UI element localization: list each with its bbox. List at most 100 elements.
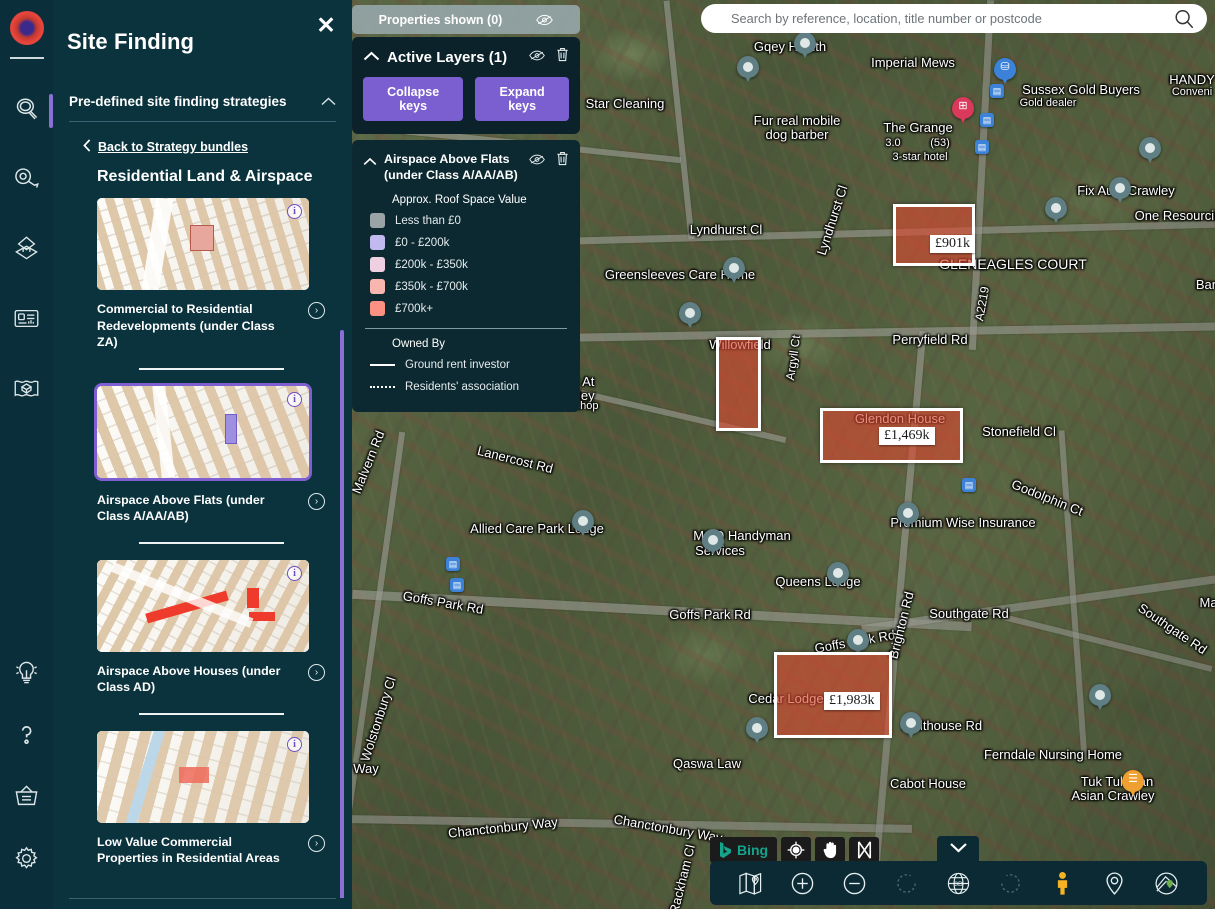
strategy-card[interactable]: iLow Value Commercial Properties in Resi… [97, 731, 325, 867]
strategy-card[interactable]: iAirspace Above Houses (under Class AD)› [97, 560, 325, 715]
app-logo[interactable] [10, 11, 44, 45]
rail-item-basket[interactable] [0, 773, 53, 825]
rail-item-measure[interactable] [0, 155, 53, 207]
strategy-open-arrow-button[interactable]: › [308, 835, 325, 852]
zoom-in-icon[interactable] [790, 871, 815, 896]
strategy-card-list[interactable]: iCommercial to Residential Redevelopment… [53, 198, 352, 898]
map-poi-pin[interactable] [1139, 137, 1161, 167]
map-poi-pin[interactable] [572, 510, 594, 540]
properties-shown-label: Properties shown (0) [379, 13, 503, 27]
pan-hand-icon[interactable] [815, 837, 845, 863]
rail-item-help[interactable] [0, 711, 53, 763]
search-input[interactable] [731, 11, 1173, 26]
search-bar[interactable] [701, 4, 1207, 33]
strategy-thumbnail[interactable]: i [97, 560, 309, 652]
map-attribution-controls: Bing [710, 837, 879, 863]
key-item-label: Less than £0 [395, 215, 461, 227]
map-poi-pin[interactable] [746, 717, 768, 747]
key-item: £700k+ [370, 299, 569, 318]
strategy-thumbnail[interactable]: i [97, 198, 309, 290]
rail-item-search[interactable] [0, 85, 53, 137]
map-poi-pin[interactable] [1045, 197, 1067, 227]
map-transit-poi[interactable]: ▤ [975, 140, 989, 154]
expand-keys-button[interactable]: Expand keys [475, 77, 569, 121]
panel-scrollbar-thumb[interactable] [340, 330, 344, 898]
select-area-icon[interactable] [849, 837, 879, 863]
eye-icon[interactable] [529, 48, 545, 66]
collapse-keys-button[interactable]: Collapse keys [363, 77, 463, 121]
map-poi-pin[interactable] [827, 562, 849, 592]
rail-item-plan[interactable] [0, 365, 53, 417]
chevron-down-icon [949, 840, 968, 858]
key-color-swatch [370, 213, 385, 228]
strategy-thumbnail[interactable]: i [94, 383, 312, 481]
left-icon-rail [0, 0, 53, 909]
back-link-label: Back to Strategy bundles [98, 140, 248, 154]
map-poi-pin[interactable] [737, 56, 759, 86]
map-transit-poi[interactable]: ▤ [446, 557, 460, 571]
map-toolbar: 3D [710, 861, 1207, 905]
collapse-toolbar-button[interactable] [937, 836, 979, 862]
trash-icon[interactable] [556, 47, 569, 67]
rail-item-settings[interactable] [0, 835, 53, 887]
strategy-card[interactable]: iCommercial to Residential Redevelopment… [97, 198, 325, 370]
key-item-label: £0 - £200k [395, 237, 449, 249]
back-to-strategy-bundles-link[interactable]: Back to Strategy bundles [83, 139, 352, 155]
bing-label: Bing [737, 842, 768, 858]
search-icon[interactable] [1173, 8, 1195, 30]
strategy-open-arrow-button[interactable]: › [308, 302, 325, 319]
info-icon[interactable]: i [287, 392, 302, 407]
rotate-right-icon[interactable] [998, 871, 1023, 896]
rail-item-site[interactable] [0, 225, 53, 277]
strategy-thumbnail[interactable]: i [97, 731, 309, 823]
rail-item-report[interactable] [0, 295, 53, 347]
info-icon[interactable]: i [287, 737, 302, 752]
strategy-open-arrow-button[interactable]: › [308, 493, 325, 510]
settings-gear-icon [13, 845, 40, 877]
logo-divider [10, 57, 44, 59]
property-parcel[interactable] [716, 337, 761, 431]
map-poi-pin[interactable] [1089, 684, 1111, 714]
map-poi-pin[interactable]: ☰ [1122, 770, 1144, 800]
globe-3d-icon[interactable]: 3D [946, 871, 971, 896]
zoom-out-icon[interactable] [842, 871, 867, 896]
bundle-title: Residential Land & Airspace [97, 168, 352, 186]
map-transit-poi[interactable]: ▤ [980, 113, 994, 127]
map-poi-pin[interactable] [897, 502, 919, 532]
map-poi-pin[interactable] [794, 32, 816, 62]
report-card-icon [13, 305, 40, 337]
map-transit-poi[interactable]: ▤ [962, 478, 976, 492]
map-style-icon[interactable] [1154, 871, 1179, 896]
map-layers-icon[interactable] [738, 871, 763, 896]
map-poi-pin[interactable] [1109, 177, 1131, 207]
map-poi-pin[interactable] [679, 302, 701, 332]
map-poi-pin[interactable] [900, 712, 922, 742]
eye-slash-icon[interactable] [536, 14, 553, 26]
map-transit-poi[interactable]: ▤ [450, 578, 464, 592]
info-icon[interactable]: i [287, 204, 302, 219]
layers-collapse-chevron-icon[interactable] [363, 48, 380, 66]
rail-item-insights[interactable] [0, 649, 53, 701]
layer-trash-icon[interactable] [556, 151, 569, 171]
predefined-strategies-header[interactable]: Pre-defined site finding strategies [69, 94, 336, 122]
map-poi-pin[interactable] [723, 257, 745, 287]
layer-eye-icon[interactable] [529, 152, 545, 170]
strategy-open-arrow-button[interactable]: › [308, 664, 325, 681]
strategy-card[interactable]: iAirspace Above Flats (under Class A/AA/… [97, 383, 325, 544]
street-view-pegman-icon[interactable] [1050, 871, 1075, 896]
map-transit-poi[interactable]: ▤ [990, 84, 1004, 98]
owned-by-item: Ground rent investor [370, 355, 569, 374]
rotate-left-icon[interactable] [894, 871, 919, 896]
chevron-up-icon[interactable] [321, 95, 336, 109]
drop-pin-icon[interactable] [1102, 871, 1127, 896]
layer-collapse-chevron-icon[interactable] [363, 153, 377, 171]
line-style-key [370, 386, 395, 388]
locate-target-icon[interactable] [781, 837, 811, 863]
site-finding-panel: ✕ Site Finding Pre-defined site finding … [53, 0, 352, 909]
panel-scrollbar-track[interactable] [340, 330, 344, 898]
layer-key-block: Airspace Above Flats (under Class A/AA/A… [352, 140, 580, 412]
close-panel-button[interactable]: ✕ [314, 14, 338, 38]
map-poi-pin[interactable]: ⊞ [952, 97, 974, 127]
info-icon[interactable]: i [287, 566, 302, 581]
map-poi-pin[interactable] [702, 529, 724, 559]
